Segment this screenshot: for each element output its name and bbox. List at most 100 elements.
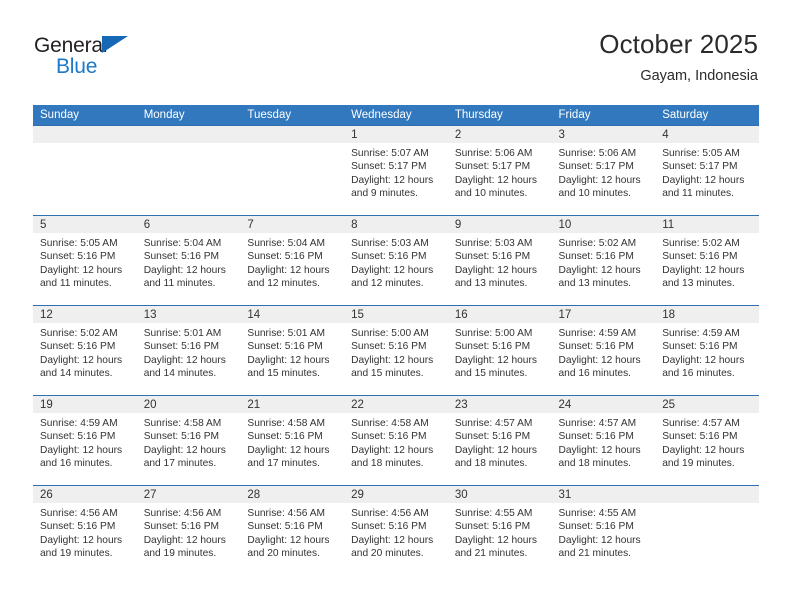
daylight-text: Daylight: 12 hours and 15 minutes. <box>351 354 434 379</box>
daylight-text: Daylight: 12 hours and 9 minutes. <box>351 174 434 199</box>
calendar-day-cell[interactable]: 16 Sunrise: 5:00 AM Sunset: 5:16 PM Dayligh… <box>447 305 552 396</box>
calendar-day-cell[interactable]: 10 Sunrise: 5:02 AM Sunset: 5:16 PM Dayligh… <box>551 215 656 306</box>
day-number: 8 <box>344 216 448 233</box>
daylight-text: Daylight: 12 hours and 20 minutes. <box>247 534 330 559</box>
daylight-text: Daylight: 12 hours and 20 minutes. <box>351 534 434 559</box>
sunset-text: Sunset: 5:17 PM <box>662 161 738 173</box>
location-subtitle: Gayam, Indonesia <box>640 68 758 84</box>
sunset-text: Sunset: 5:16 PM <box>40 251 116 263</box>
daylight-text: Daylight: 12 hours and 17 minutes. <box>143 444 226 469</box>
sunset-text: Sunset: 5:16 PM <box>351 341 427 353</box>
day-number <box>655 486 759 503</box>
page-title: October 2025 <box>599 29 758 59</box>
day-number: 3 <box>551 126 656 143</box>
daylight-text: Daylight: 12 hours and 10 minutes. <box>454 174 537 199</box>
daylight-text: Daylight: 12 hours and 14 minutes. <box>40 354 123 379</box>
calendar-day-cell[interactable]: 1 Sunrise: 5:07 AM Sunset: 5:17 PM Daylight… <box>344 125 448 216</box>
sunrise-text: Sunrise: 5:01 AM <box>143 328 222 339</box>
daylight-text: Daylight: 12 hours and 18 minutes. <box>558 444 641 469</box>
calendar-day-cell[interactable]: 14 Sunrise: 5:01 AM Sunset: 5:16 PM Dayligh… <box>240 305 345 396</box>
calendar-day-cell[interactable]: 13 Sunrise: 5:01 AM Sunset: 5:16 PM Dayligh… <box>136 305 241 396</box>
day-details: Sunrise: 5:00 AM Sunset: 5:16 PM Daylight:… <box>344 323 448 380</box>
calendar-day-cell[interactable]: 9 Sunrise: 5:03 AM Sunset: 5:16 PM Daylight… <box>447 215 552 306</box>
calendar-day-cell[interactable]: 4 Sunrise: 5:05 AM Sunset: 5:17 PM Daylight… <box>655 125 759 216</box>
day-number: 15 <box>344 306 448 323</box>
daylight-text: Daylight: 12 hours and 16 minutes. <box>662 354 745 379</box>
sunrise-text: Sunrise: 5:06 AM <box>454 148 533 159</box>
weekday-header-saturday: Saturday <box>655 105 759 126</box>
calendar-day-cell[interactable]: 30 Sunrise: 4:55 AM Sunset: 5:16 PM Dayligh… <box>447 485 552 576</box>
calendar-day-cell-empty <box>655 485 759 576</box>
sunset-text: Sunset: 5:16 PM <box>247 251 323 263</box>
daylight-text: Daylight: 12 hours and 12 minutes. <box>351 264 434 289</box>
calendar-day-cell[interactable]: 15 Sunrise: 5:00 AM Sunset: 5:16 PM Dayligh… <box>344 305 448 396</box>
calendar-body: 1 Sunrise: 5:07 AM Sunset: 5:17 PM Daylight… <box>33 125 759 576</box>
sunset-text: Sunset: 5:16 PM <box>558 521 634 533</box>
daylight-text: Daylight: 12 hours and 13 minutes. <box>662 264 745 289</box>
calendar-week-row: 19 Sunrise: 4:59 AM Sunset: 5:16 PM Dayligh… <box>33 395 759 486</box>
calendar-day-cell[interactable]: 11 Sunrise: 5:02 AM Sunset: 5:16 PM Dayligh… <box>655 215 759 306</box>
calendar-day-cell[interactable]: 26 Sunrise: 4:56 AM Sunset: 5:16 PM Dayligh… <box>33 485 137 576</box>
calendar-day-cell[interactable]: 21 Sunrise: 4:58 AM Sunset: 5:16 PM Dayligh… <box>240 395 345 486</box>
calendar-day-cell[interactable]: 29 Sunrise: 4:56 AM Sunset: 5:16 PM Dayligh… <box>344 485 448 576</box>
calendar-day-cell[interactable]: 27 Sunrise: 4:56 AM Sunset: 5:16 PM Dayligh… <box>136 485 241 576</box>
calendar-day-cell[interactable]: 17 Sunrise: 4:59 AM Sunset: 5:16 PM Dayligh… <box>551 305 656 396</box>
calendar-page: General Blue October 2025 Gayam, Indones… <box>0 0 792 612</box>
calendar-day-cell-empty <box>136 125 241 216</box>
sunrise-text: Sunrise: 4:57 AM <box>558 418 637 429</box>
day-number: 26 <box>33 486 137 503</box>
weekday-header-thursday: Thursday <box>447 105 552 126</box>
weekday-header-wednesday: Wednesday <box>344 105 448 126</box>
sunrise-sunset-calendar: Sunday Monday Tuesday Wednesday Thursday… <box>33 105 759 576</box>
day-number: 16 <box>447 306 552 323</box>
calendar-day-cell[interactable]: 18 Sunrise: 4:59 AM Sunset: 5:16 PM Dayligh… <box>655 305 759 396</box>
calendar-day-cell[interactable]: 2 Sunrise: 5:06 AM Sunset: 5:17 PM Daylight… <box>447 125 552 216</box>
calendar-day-cell[interactable]: 31 Sunrise: 4:55 AM Sunset: 5:16 PM Dayligh… <box>551 485 656 576</box>
sunset-text: Sunset: 5:16 PM <box>40 521 116 533</box>
calendar-week-row: 1 Sunrise: 5:07 AM Sunset: 5:17 PM Daylight… <box>33 125 759 216</box>
calendar-day-cell[interactable]: 22 Sunrise: 4:58 AM Sunset: 5:16 PM Dayligh… <box>344 395 448 486</box>
day-number: 19 <box>33 396 137 413</box>
day-number: 13 <box>136 306 241 323</box>
sunset-text: Sunset: 5:16 PM <box>143 251 220 263</box>
calendar-day-cell[interactable]: 23 Sunrise: 4:57 AM Sunset: 5:16 PM Dayligh… <box>447 395 552 486</box>
day-number: 31 <box>551 486 656 503</box>
day-number: 12 <box>33 306 137 323</box>
sunset-text: Sunset: 5:16 PM <box>40 341 116 353</box>
day-details: Sunrise: 4:59 AM Sunset: 5:16 PM Daylight:… <box>655 323 759 380</box>
calendar-day-cell[interactable]: 25 Sunrise: 4:57 AM Sunset: 5:16 PM Dayligh… <box>655 395 759 486</box>
weekday-header-row: Sunday Monday Tuesday Wednesday Thursday… <box>33 105 759 126</box>
sunset-text: Sunset: 5:16 PM <box>558 251 634 263</box>
calendar-day-cell[interactable]: 19 Sunrise: 4:59 AM Sunset: 5:16 PM Dayligh… <box>33 395 137 486</box>
sunset-text: Sunset: 5:16 PM <box>662 431 738 443</box>
day-number: 28 <box>240 486 345 503</box>
sunset-text: Sunset: 5:16 PM <box>662 251 738 263</box>
daylight-text: Daylight: 12 hours and 15 minutes. <box>247 354 330 379</box>
day-details: Sunrise: 5:01 AM Sunset: 5:16 PM Daylight:… <box>240 323 344 380</box>
calendar-day-cell[interactable]: 7 Sunrise: 5:04 AM Sunset: 5:16 PM Daylight… <box>240 215 345 306</box>
calendar-day-cell[interactable]: 5 Sunrise: 5:05 AM Sunset: 5:16 PM Daylight… <box>33 215 137 306</box>
sunrise-text: Sunrise: 5:02 AM <box>662 238 740 249</box>
calendar-day-cell[interactable]: 3 Sunrise: 5:06 AM Sunset: 5:17 PM Daylight… <box>551 125 656 216</box>
calendar-day-cell[interactable]: 28 Sunrise: 4:56 AM Sunset: 5:16 PM Dayligh… <box>240 485 345 576</box>
day-number: 4 <box>655 126 759 143</box>
day-number: 14 <box>240 306 345 323</box>
daylight-text: Daylight: 12 hours and 18 minutes. <box>454 444 537 469</box>
daylight-text: Daylight: 12 hours and 12 minutes. <box>247 264 330 289</box>
sunrise-text: Sunrise: 4:58 AM <box>351 418 429 429</box>
sunrise-text: Sunrise: 4:55 AM <box>454 508 533 519</box>
calendar-day-cell[interactable]: 12 Sunrise: 5:02 AM Sunset: 5:16 PM Dayligh… <box>33 305 137 396</box>
calendar-day-cell[interactable]: 20 Sunrise: 4:58 AM Sunset: 5:16 PM Dayligh… <box>136 395 241 486</box>
sunset-text: Sunset: 5:16 PM <box>454 431 531 443</box>
calendar-day-cell[interactable]: 8 Sunrise: 5:03 AM Sunset: 5:16 PM Daylight… <box>344 215 448 306</box>
day-number: 18 <box>655 306 759 323</box>
day-details: Sunrise: 5:03 AM Sunset: 5:16 PM Daylight:… <box>344 233 448 290</box>
sunrise-text: Sunrise: 5:05 AM <box>662 148 740 159</box>
calendar-header-row: Sunday Monday Tuesday Wednesday Thursday… <box>33 105 759 126</box>
generalblue-logo[interactable]: General Blue <box>34 34 254 94</box>
sunset-text: Sunset: 5:16 PM <box>143 431 220 443</box>
calendar-day-cell[interactable]: 24 Sunrise: 4:57 AM Sunset: 5:16 PM Dayligh… <box>551 395 656 486</box>
sunrise-text: Sunrise: 4:59 AM <box>40 418 118 429</box>
calendar-day-cell[interactable]: 6 Sunrise: 5:04 AM Sunset: 5:16 PM Daylight… <box>136 215 241 306</box>
sunset-text: Sunset: 5:16 PM <box>662 341 738 353</box>
